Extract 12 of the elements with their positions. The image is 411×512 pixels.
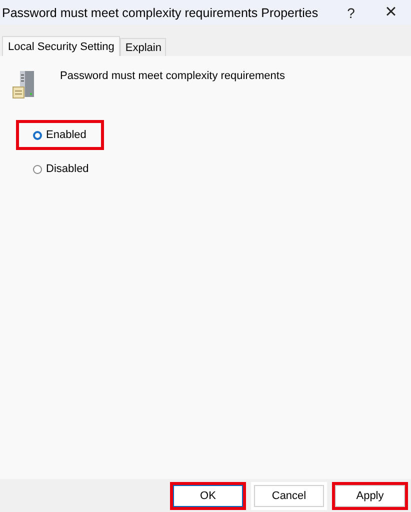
dialog-button[interactable]: Apply [332, 482, 408, 510]
dialog-button[interactable]: OK [170, 482, 246, 510]
server-icon [12, 70, 36, 100]
tab[interactable]: Explain [120, 38, 166, 56]
radio-option[interactable]: Enabled [16, 120, 104, 150]
close-button[interactable]: × [371, 0, 411, 25]
help-button[interactable]: ? [331, 0, 371, 25]
window-title: Password must meet complexity requirements Properties [1, 6, 320, 20]
dialog-button[interactable]: Cancel [251, 482, 327, 510]
radio-option[interactable]: Disabled [16, 154, 106, 184]
policy-name: Password must meet complexity requirements [60, 70, 285, 82]
tab[interactable]: Local Security Setting [2, 36, 120, 56]
